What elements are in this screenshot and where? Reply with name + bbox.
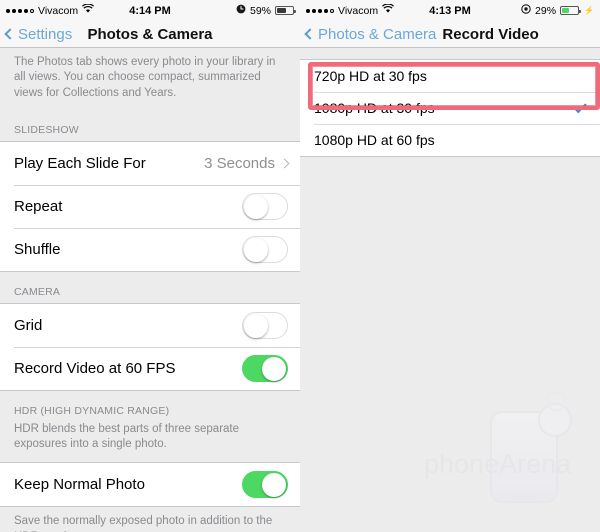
record-video-options: 720p HD at 30 fps 1080p HD at 30 fps 108… [300, 48, 600, 157]
chevron-left-icon [304, 28, 316, 40]
alarm-clock-icon [236, 4, 246, 17]
section-header-camera: CAMERA [14, 285, 61, 298]
left-status-bar: Vivacom 4:14 PM 59% [0, 0, 300, 21]
carrier-name: Vivacom [38, 4, 79, 17]
right-status-right: 29% ⚡ [521, 4, 594, 17]
slideshow-group: Play Each Slide For 3 Seconds Repeat Shu… [0, 140, 300, 272]
signal-strength-icon [6, 8, 34, 13]
chevron-left-icon [4, 28, 16, 40]
alarm-clock-icon [521, 4, 531, 17]
chevron-right-icon [279, 158, 290, 169]
hdr-group: Keep Normal Photo [0, 462, 300, 508]
wifi-icon [382, 3, 395, 17]
back-button-label: Settings [18, 25, 73, 43]
row-label: Play Each Slide For [14, 154, 146, 172]
screenshot-stage: Vivacom 4:14 PM 59% Settings Photos & Ca… [0, 0, 600, 532]
left-nav-bar: Settings Photos & Camera [0, 21, 300, 48]
section-header-slideshow: SLIDESHOW [14, 123, 79, 136]
battery-icon [560, 6, 582, 15]
watermark-phone-shape [490, 411, 558, 503]
record-video-60fps-toggle[interactable] [242, 354, 288, 382]
carrier-name: Vivacom [338, 4, 379, 17]
row-grid[interactable]: Grid [0, 303, 300, 347]
camera-group: Grid Record Video at 60 FPS [0, 302, 300, 391]
row-keep-normal-photo[interactable]: Keep Normal Photo [0, 463, 300, 507]
option-label: 720p HD at 30 fps [314, 68, 427, 84]
back-button-label: Photos & Camera [318, 25, 437, 43]
hdr-description: HDR blends the best parts of three separ… [14, 422, 240, 451]
signal-strength-icon [306, 8, 334, 13]
wifi-icon [82, 3, 95, 17]
row-label: Grid [14, 316, 43, 334]
battery-percent-label: 29% [535, 4, 557, 17]
options-group: 720p HD at 30 fps 1080p HD at 30 fps 108… [300, 59, 600, 157]
row-shuffle[interactable]: Shuffle [0, 227, 300, 271]
row-label: Repeat [14, 197, 63, 215]
toggle-knob [244, 237, 268, 262]
left-status-left: Vivacom [6, 3, 95, 17]
keep-normal-photo-toggle[interactable] [242, 471, 288, 499]
toggle-knob [244, 313, 268, 338]
row-value: 3 Seconds [204, 154, 275, 172]
left-status-right: 59% [236, 4, 296, 17]
lightning-bolt-icon: ⚡ [584, 6, 594, 15]
page-title: Record Video [442, 25, 539, 43]
battery-icon [275, 6, 296, 15]
watermark-lens-shape [538, 403, 572, 437]
watermark-speaker-shape [512, 496, 536, 500]
left-phone-screenshot: Vivacom 4:14 PM 59% Settings Photos & Ca… [0, 0, 300, 532]
back-button[interactable]: Settings [4, 25, 73, 43]
option-1080p-60fps[interactable]: 1080p HD at 60 fps [300, 124, 600, 156]
right-status-bar: Vivacom 4:13 PM 29% ⚡ [300, 0, 600, 21]
toggle-knob [262, 356, 286, 381]
watermark-lens-small-shape [546, 391, 566, 411]
phonearena-watermark: phoneArena [424, 391, 594, 516]
watermark-text: phoneArena [424, 449, 572, 479]
right-content: 720p HD at 30 fps 1080p HD at 30 fps 108… [300, 48, 600, 532]
battery-percent-label: 59% [249, 4, 271, 17]
right-status-left: Vivacom [306, 3, 395, 17]
toggle-knob [244, 194, 268, 219]
back-button[interactable]: Photos & Camera [304, 25, 437, 43]
left-settings-content: The Photos tab shows every photo in your… [0, 48, 300, 532]
row-label: Shuffle [14, 240, 61, 258]
option-label: 1080p HD at 30 fps [314, 100, 435, 116]
row-label: Keep Normal Photo [14, 476, 145, 494]
right-nav-bar: Photos & Camera Record Video [300, 21, 600, 48]
toggle-knob [262, 473, 286, 498]
section-header-hdr: HDR (HIGH DYNAMIC RANGE) [14, 404, 170, 417]
row-record-video-60fps[interactable]: Record Video at 60 FPS [0, 346, 300, 390]
grid-toggle[interactable] [242, 311, 288, 339]
hdr-footer-note: Save the normally exposed photo in addit… [14, 515, 273, 532]
photos-intro-footnote: The Photos tab shows every photo in your… [14, 56, 276, 99]
shuffle-toggle[interactable] [242, 235, 288, 263]
row-play-each-slide-for[interactable]: Play Each Slide For 3 Seconds [0, 141, 300, 185]
option-label: 1080p HD at 60 fps [314, 132, 435, 148]
row-label: Record Video at 60 FPS [14, 359, 176, 377]
checkmark-icon [573, 99, 587, 114]
repeat-toggle[interactable] [242, 192, 288, 220]
option-720p-30fps[interactable]: 720p HD at 30 fps [300, 60, 600, 92]
right-phone-screenshot: Vivacom 4:13 PM 29% ⚡ Photos & Camera Re… [300, 0, 600, 532]
option-1080p-30fps[interactable]: 1080p HD at 30 fps [300, 92, 600, 124]
row-repeat[interactable]: Repeat [0, 184, 300, 228]
